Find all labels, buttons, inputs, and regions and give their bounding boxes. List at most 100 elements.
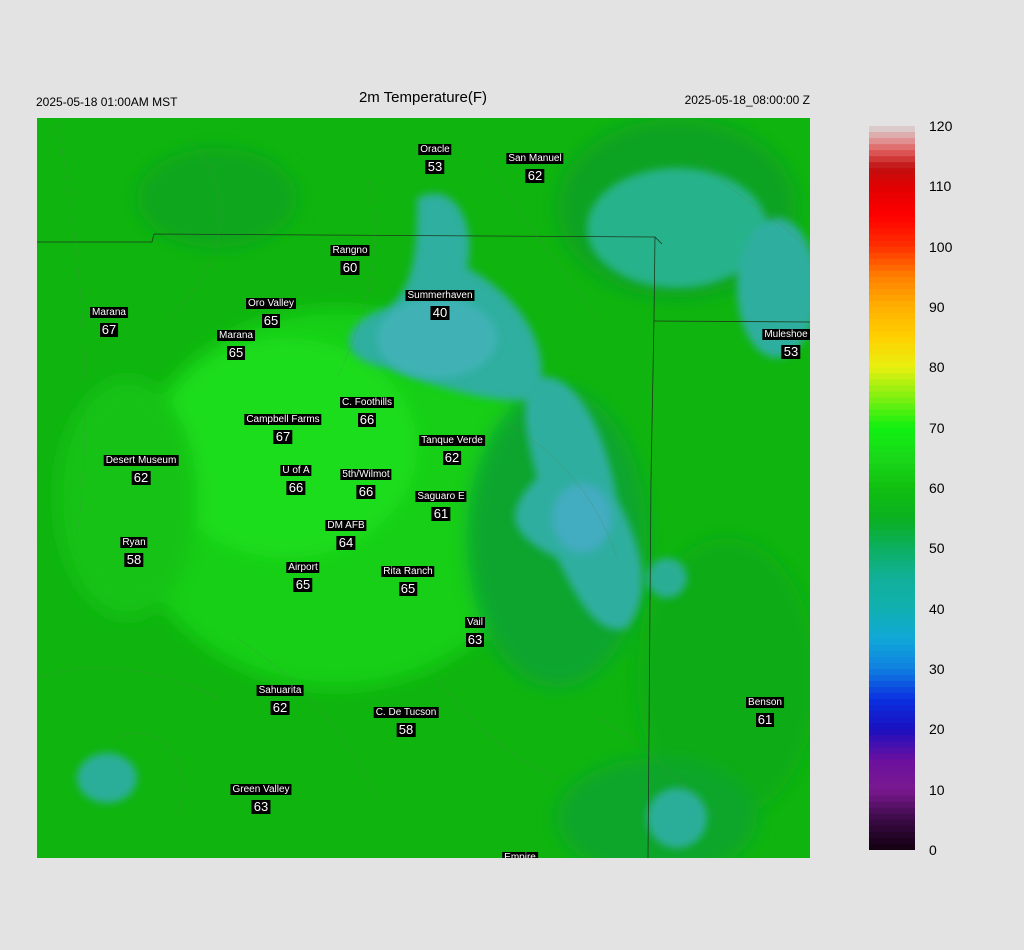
colorbar-tick-label: 30: [929, 661, 945, 677]
colorbar-band: [869, 614, 915, 622]
station-airport: Airport 65: [286, 557, 320, 592]
colorbar-band: [869, 421, 915, 429]
colorbar-band: [869, 451, 915, 459]
colorbar-band: [869, 572, 915, 580]
colorbar-tick-label: 70: [929, 419, 945, 436]
temperature-map: Oracle 53 San Manuel 62 Rangno 60 Summerhaven 4…: [37, 118, 810, 858]
colorbar-tick-label: 50: [929, 540, 945, 557]
station-value: 64: [336, 535, 356, 550]
station-name: Oracle: [418, 144, 452, 155]
colorbar-band: [869, 753, 915, 761]
station-desert-museum: Desert Museum 62: [103, 450, 179, 485]
colorbar-band: [869, 343, 915, 350]
colorbar-band: [869, 831, 915, 839]
colorbar-band: [869, 445, 915, 453]
colorbar-band: [869, 403, 915, 411]
colorbar-band: [869, 843, 915, 850]
colorbar-band: [869, 681, 915, 688]
colorbar-band: [869, 602, 915, 610]
station-name: Vail: [465, 617, 485, 628]
colorbar-band: [869, 463, 915, 471]
station-value: 67: [273, 429, 293, 444]
colorbar-band: [869, 819, 915, 827]
colorbar-band: [869, 813, 915, 821]
colorbar-band: [869, 500, 915, 507]
station-name: U of A: [280, 465, 312, 476]
station-vail: Vail 63: [465, 612, 485, 647]
station-dm-afb: DM AFB 64: [325, 515, 367, 550]
colorbar-band: [869, 675, 915, 682]
station-summerhaven: Summerhaven 40: [405, 285, 475, 320]
station-rangno: Rangno 60: [330, 240, 370, 275]
colorbar-band: [869, 307, 915, 314]
colorbar-band: [869, 741, 915, 749]
station-name: DM AFB: [325, 520, 367, 531]
colorbar-band: [869, 578, 915, 586]
colorbar-band: [869, 590, 915, 598]
colorbar-band: [869, 379, 915, 387]
station-name: Marana: [90, 307, 128, 318]
station-value: 66: [286, 480, 306, 495]
colorbar-band: [869, 542, 915, 549]
colorbar-band: [869, 693, 915, 700]
station-u-of-a: U of A 66: [280, 460, 312, 495]
colorbar-band: [869, 469, 915, 477]
colorbar-band: [869, 264, 915, 272]
colorbar-band: [869, 294, 915, 302]
colorbar-tick-label: 20: [929, 721, 945, 738]
station-value: 66: [357, 412, 377, 427]
colorbar-band: [869, 837, 915, 845]
station-value: 65: [293, 577, 313, 592]
colorbar-band: [869, 186, 915, 193]
colorbar-band: [869, 216, 915, 224]
station-value: 53: [781, 344, 801, 359]
colorbar-band: [869, 699, 915, 706]
colorbar-band: [869, 481, 915, 489]
colorbar-band: [869, 620, 915, 628]
colorbar-band: [869, 530, 915, 537]
station-name: Airport: [286, 562, 320, 573]
colorbar-tick-label: 80: [929, 359, 945, 376]
station-name: 5th/Wilmot: [340, 469, 392, 480]
colorbar-band: [869, 325, 915, 332]
colorbar-band: [869, 313, 915, 320]
colorbar-band: [869, 409, 915, 417]
colorbar-band: [869, 687, 915, 694]
colorbar-band: [869, 669, 915, 676]
station-name: Ryan: [120, 537, 148, 548]
station-value: 62: [525, 168, 545, 183]
colorbar-band: [869, 198, 915, 206]
colorbar-tick-label: 120: [929, 118, 953, 134]
colorbar-tick-label: 10: [929, 781, 945, 798]
colorbar-band: [869, 433, 915, 441]
station-name: Rita Ranch: [381, 566, 435, 577]
colorbar-band: [869, 777, 915, 785]
station-value: 65: [261, 313, 281, 328]
station-c-de-tucson: C. De Tucson 58: [373, 702, 439, 737]
colorbar-band: [869, 222, 915, 230]
station-name: Rangno: [330, 245, 370, 256]
colorbar-band: [869, 650, 915, 658]
colorbar-band: [869, 457, 915, 465]
colorbar-band: [869, 536, 915, 543]
colorbar-band: [869, 367, 915, 374]
station-name: Marana: [217, 330, 255, 341]
colorbar-band: [869, 373, 915, 380]
station-name: Summerhaven: [405, 290, 475, 301]
station-value: 61: [431, 506, 451, 521]
colorbar-band: [869, 300, 915, 308]
station-c-foothills: C. Foothills 66: [339, 392, 395, 427]
colorbar-band: [869, 331, 915, 338]
colorbar-band: [869, 759, 915, 767]
station-value: 62: [131, 470, 151, 485]
colorbar-band: [869, 427, 915, 435]
station-green-valley: Green Valley 63: [230, 779, 292, 814]
colorbar-band: [869, 506, 915, 513]
colorbar-band: [869, 355, 915, 362]
station-name: Empire: [502, 852, 538, 858]
station-name: Desert Museum: [103, 455, 179, 466]
colorbar-band: [869, 801, 915, 809]
colorbar-tick-label: 60: [929, 480, 945, 496]
station-value: 63: [465, 632, 485, 647]
colorbar-band: [869, 488, 915, 495]
